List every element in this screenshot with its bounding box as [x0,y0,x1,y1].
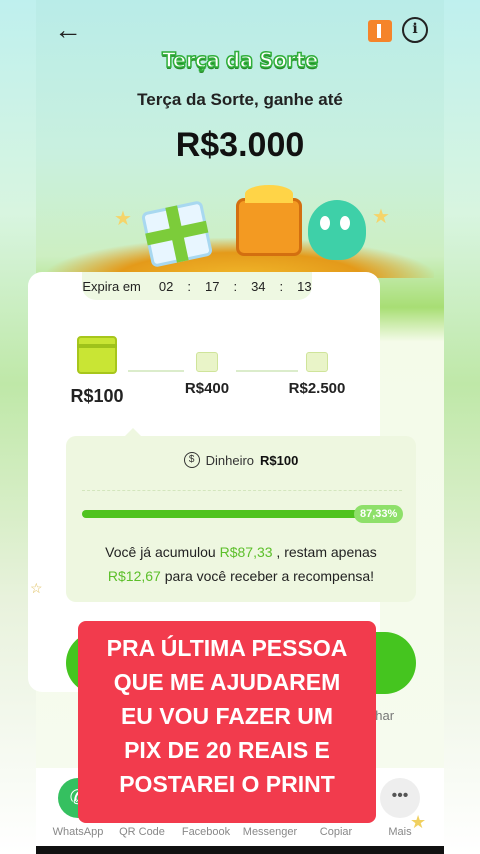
progress-message: Você já acumulou R$87,33 , restam apenas… [66,540,416,588]
progress-fill [82,510,360,518]
star-icon: ★ [114,208,132,230]
timer-minutes: 17 [204,278,220,294]
gift-box-icon [196,352,218,372]
progress-track [82,510,400,518]
overlay-line: EU VOU FAZER UM [120,703,334,729]
share-label: Messenger [242,826,298,838]
share-label: WhatsApp [52,826,104,838]
treasure-chest-icon [236,185,302,256]
step-2[interactable]: R$400 [152,336,262,397]
dashed-divider [82,490,402,491]
progress-percent-badge: 87,33% [354,505,404,523]
overlay-line: POSTAREI O PRINT [119,771,335,797]
reward-money-row: $ Dinheiro R$100 [66,452,416,468]
reward-value: R$100 [260,452,299,468]
star-icon: ★ [410,812,427,832]
msg-part: , restam apenas [276,544,377,560]
reward-label: Dinheiro [205,452,255,468]
promo-overlay: PRA ÚLTIMA PESSOA QUE ME AJUDAREM EU VOU… [78,621,376,823]
timer-seconds: 34 [251,278,266,294]
overlay-line: PIX DE 20 REAIS E [124,737,330,763]
step-1[interactable]: R$100 [42,336,152,407]
timer-sep: : [233,278,238,294]
dollar-coin-icon: $ [183,452,200,468]
timer-centis: 13 [297,278,312,294]
remaining-amount: R$12,67 [107,568,161,584]
timer-sep: : [187,278,191,294]
expire-label: Expira em [82,278,141,294]
gift-box-icon [306,352,328,372]
prize-amount: R$3.000 [175,126,305,164]
step-value: R$2.500 [288,380,346,397]
page-subtitle: Terça da Sorte, ganhe até [137,90,343,109]
step-value: R$100 [70,386,124,406]
reward-steps: R$100 R$400 R$2.500 [28,336,380,416]
star-icon: ★ [372,206,390,228]
mascot-icon [308,200,366,260]
share-label: Facebook [181,826,231,838]
msg-part: Você já acumulou [105,544,216,560]
info-icon[interactable]: i [402,17,428,43]
timer-hours: 02 [158,278,174,294]
share-label: QR Code [119,826,165,838]
star-icon: ☆ [30,580,43,596]
ticket-icon[interactable] [368,20,392,42]
msg-part: para você receber a recompensa! [164,568,375,584]
expire-timer: Expira em 02 : 17 : 34 : 13 [82,272,312,300]
timer-sep: : [279,278,284,294]
step-3[interactable]: R$2.500 [262,336,372,397]
brand-logo: Terça da Sorte [161,47,319,73]
accumulated-amount: R$87,33 [219,544,273,560]
share-label: Copiar [319,826,353,838]
gift-box-icon [77,336,117,374]
blurred-right-edge [444,0,480,854]
step-value: R$400 [184,380,230,397]
bottom-edge [36,846,444,854]
overlay-line: QUE ME AJUDAREM [113,669,341,695]
hero-illustration: ★ ★ [46,168,434,278]
back-arrow-icon[interactable]: ← [54,16,84,46]
top-bar: ← i [36,10,444,50]
overlay-line: PRA ÚLTIMA PESSOA [106,635,348,661]
